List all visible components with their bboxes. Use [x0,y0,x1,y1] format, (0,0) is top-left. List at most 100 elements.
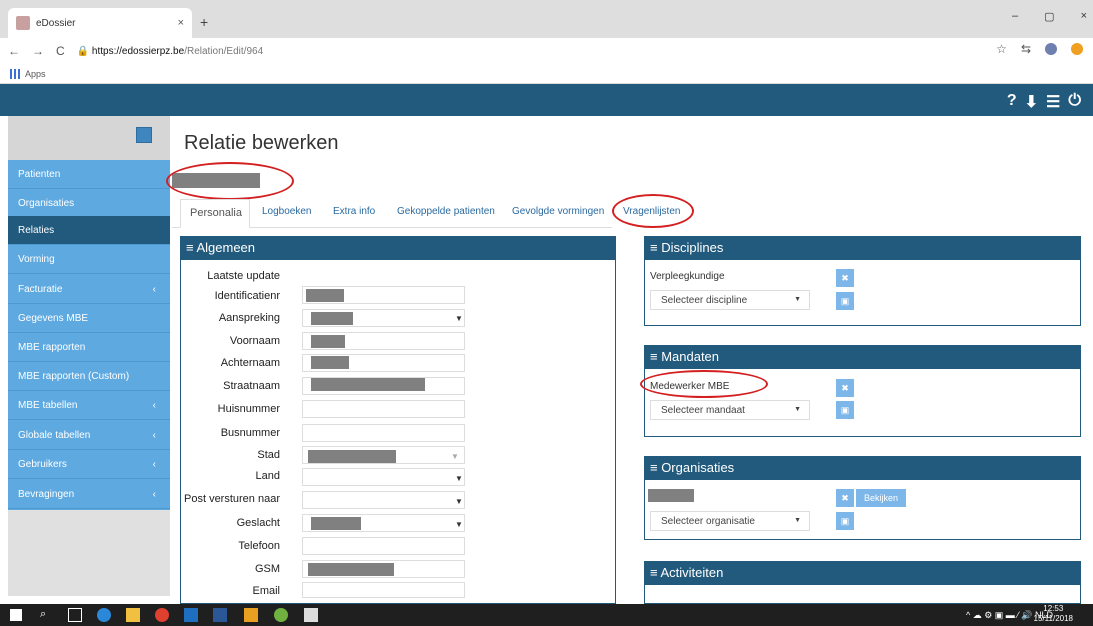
sidebar-item-bevragingen[interactable]: Bevragingen ‹ [8,480,170,509]
mandaat-select[interactable]: Selecteer mandaat ▼ [650,400,810,420]
maximize-button[interactable]: ▢ [1044,10,1054,23]
extension-icon[interactable]: ⇆ [1021,42,1031,56]
tab-personalia[interactable]: Personalia [180,199,250,228]
field-label: Geslacht [236,517,280,529]
profile-avatar[interactable] [1045,43,1057,55]
sidebar-item-gebruikers[interactable]: Gebruikers ‹ [8,450,170,479]
star-icon[interactable]: ☆ [996,42,1007,56]
chevron-left-icon: ‹ [152,400,156,411]
redacted-value [311,517,361,530]
url-host: https://edossierpz.be [91,45,185,57]
discipline-select[interactable]: Selecteer discipline ▼ [650,290,810,310]
search-icon[interactable]: ⌕ [40,608,54,622]
browser-tab[interactable]: eDossier × [8,8,192,38]
organisatie-select[interactable]: Selecteer organisatie ▼ [650,511,810,531]
app-icon[interactable] [244,608,258,622]
remove-button[interactable]: ✖ [836,379,854,397]
minimize-button[interactable]: – [1012,10,1018,23]
huisnummer-input[interactable] [302,400,465,418]
windows-start-icon[interactable] [10,609,22,621]
save-icon[interactable]: ▣ [836,401,854,419]
clock-time: 12:53 [1043,604,1064,613]
busnummer-input[interactable] [302,424,465,442]
chevron-down-icon: ▼ [455,497,463,506]
email-input[interactable] [302,582,465,598]
file-explorer-icon[interactable] [126,608,140,622]
photos-icon[interactable] [304,608,318,622]
sidebar-item-label: MBE tabellen [18,400,78,411]
sidebar-item-label: MBE rapporten [18,342,86,353]
bookmarks-bar: Apps [0,64,1093,84]
forward-icon[interactable]: → [32,44,44,58]
sidebar-item-gegevens-mbe[interactable]: Gegevens MBE [8,304,170,333]
sidebar-item-globale-tabellen[interactable]: Globale tabellen ‹ [8,421,170,450]
annotation-circle [612,194,694,228]
outlook-icon[interactable] [184,608,198,622]
sidebar-item-label: Gegevens MBE [18,313,89,324]
chrome-icon[interactable] [155,608,169,622]
redacted-value [306,289,344,302]
sidebar-empty-area [8,510,170,596]
algemeen-header: ≡ Algemeen [180,236,616,260]
sidebar-item-label: Organisaties [18,198,75,209]
clock[interactable]: 12:53 15/11/2018 [1034,604,1073,624]
chevron-down-icon: ▼ [455,474,463,483]
update-icon[interactable] [1071,43,1083,55]
edge-icon[interactable] [97,608,111,622]
disciplines-header: ≡ Disciplines [644,236,1081,260]
sidebar-item-mbe-rapporten-custom[interactable]: MBE rapporten (Custom) [8,362,170,391]
tab-gekoppelde-patienten[interactable]: Gekoppelde patienten [397,206,495,217]
remove-button[interactable]: ✖ [836,489,854,507]
remove-button[interactable]: ✖ [836,269,854,287]
tab-logboeken[interactable]: Logboeken [262,206,312,217]
annotation-circle [640,370,768,398]
app-icon[interactable] [274,608,288,622]
url-field[interactable]: 🔒 https://edossierpz.be/Relation/Edit/96… [77,46,263,57]
save-icon[interactable]: ▣ [836,292,854,310]
sidebar-item-label: Globale tabellen [18,430,91,441]
lock-icon: 🔒 [76,45,92,57]
reload-icon[interactable]: C [56,44,65,58]
select-value: Selecteer discipline [661,295,748,306]
new-tab-button[interactable]: + [200,14,208,30]
sidebar-item-label: Patienten [18,169,61,180]
word-icon[interactable] [213,608,227,622]
close-tab-icon[interactable]: × [178,17,184,29]
chevron-down-icon: ▼ [451,452,459,461]
window-controls: – ▢ × [1012,10,1087,23]
sidebar-item-patienten[interactable]: Patienten [8,160,170,189]
sidebar-item-facturatie[interactable]: Facturatie ‹ [8,275,170,304]
telefoon-input[interactable] [302,537,465,555]
view-button[interactable]: Bekijken [856,489,906,507]
field-label: Busnummer [220,427,280,439]
chevron-down-icon: ▼ [794,517,801,524]
close-window-button[interactable]: × [1081,10,1087,23]
sidebar-toggle-icon[interactable] [136,127,152,143]
task-view-icon[interactable] [68,608,82,622]
help-icon[interactable]: ? [1007,92,1017,112]
tab-extra-info[interactable]: Extra info [333,206,375,217]
chevron-down-icon: ▼ [455,520,463,529]
sidebar-item-mbe-tabellen[interactable]: MBE tabellen ‹ [8,391,170,420]
field-label: Aanspreking [218,312,280,324]
url-path: /Relation/Edit/964 [184,45,264,57]
database-icon[interactable]: ☰ [1046,92,1060,112]
save-icon[interactable]: ▣ [836,512,854,530]
sidebar-item-mbe-rapporten[interactable]: MBE rapporten [8,333,170,362]
mandaten-header: ≡ Mandaten [644,345,1081,369]
browser-tab-title: eDossier [36,17,76,29]
sidebar-item-relaties[interactable]: Relaties [8,216,170,245]
field-label: Telefoon [238,540,280,552]
land-select[interactable] [302,468,465,486]
activiteiten-header: ≡ Activiteiten [644,561,1081,585]
post-versturen-select[interactable] [302,491,465,509]
sidebar-item-organisaties[interactable]: Organisaties [8,189,170,218]
sidebar-item-vorming[interactable]: Vorming [8,245,170,274]
apps-bookmark[interactable]: Apps [25,69,46,79]
organisaties-header: ≡ Organisaties [644,456,1081,480]
download-icon[interactable]: ⬇ [1025,92,1038,112]
power-icon[interactable]: ⏻ [1068,92,1081,112]
tab-gevolgde-vormingen[interactable]: Gevolgde vormingen [512,206,604,217]
back-icon[interactable]: ← [8,44,20,58]
activiteiten-panel [644,585,1081,604]
